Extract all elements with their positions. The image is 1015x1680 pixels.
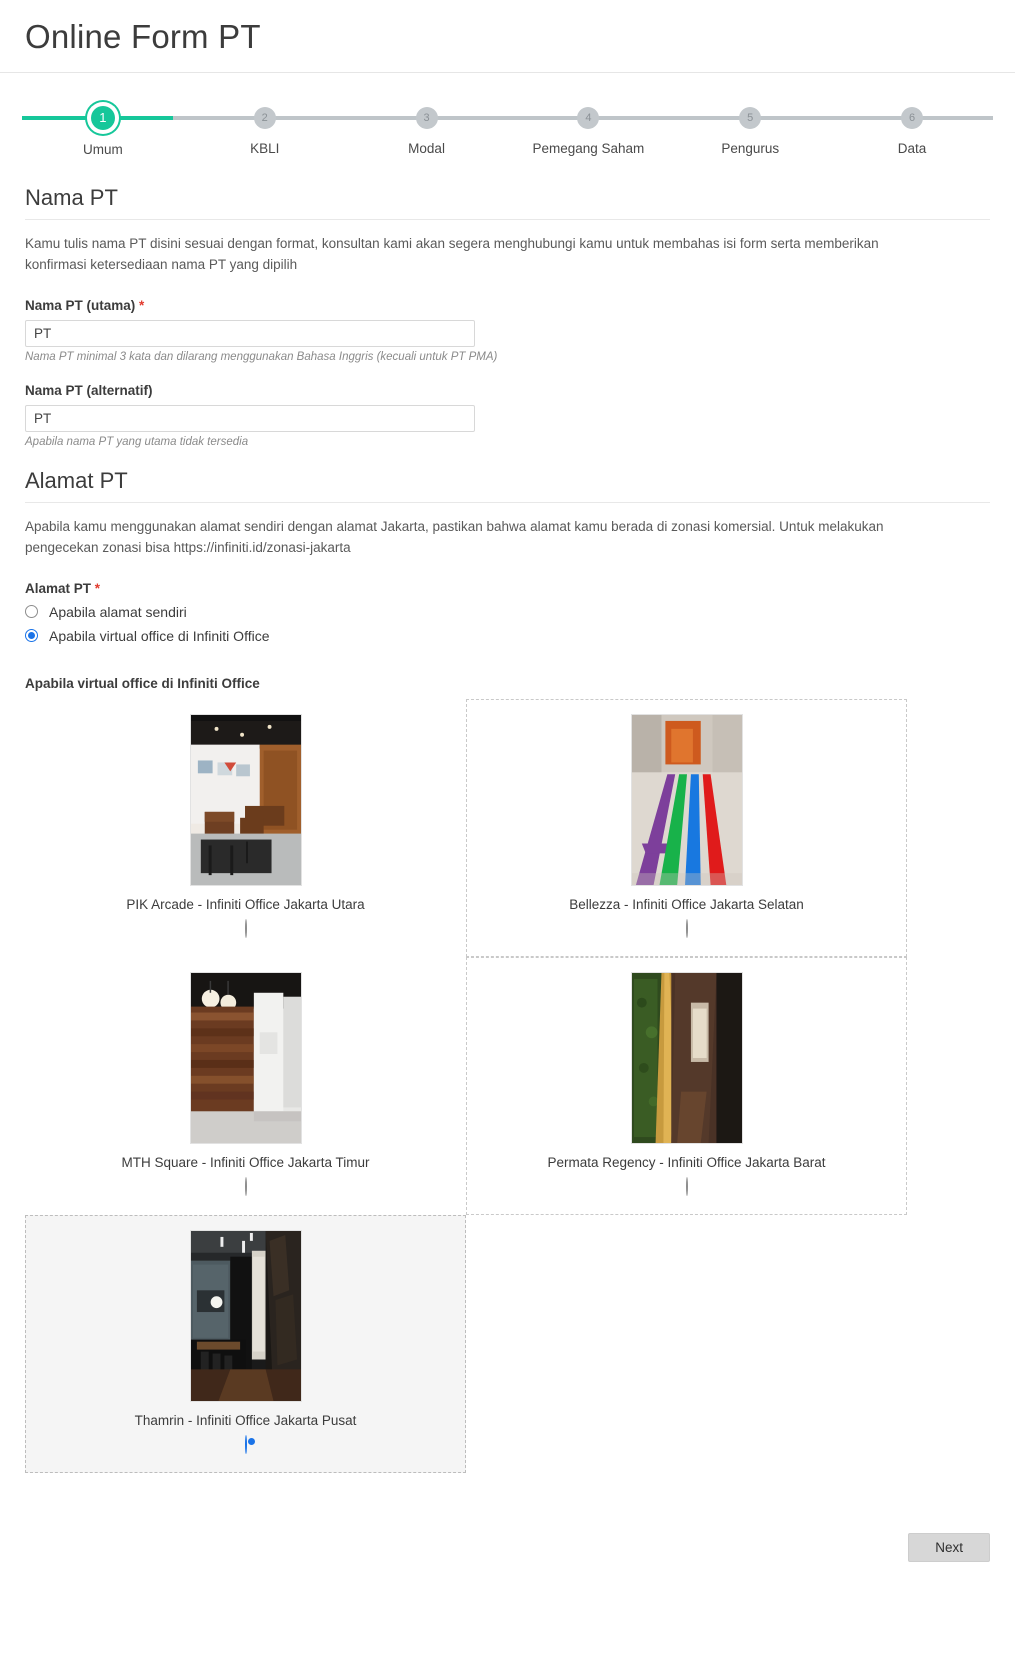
office-caption-thamrin: Thamrin - Infiniti Office Jakarta Pusat xyxy=(134,1412,357,1428)
nama-pt-alternatif-input[interactable] xyxy=(25,404,475,432)
radio-icon-checked[interactable] xyxy=(25,629,38,643)
office-photo-dark-corridor xyxy=(189,1229,302,1402)
field-nama-pt-utama: Nama PT (utama) * Nama PT minimal 3 kata… xyxy=(25,298,990,363)
field-nama-pt-alternatif: Nama PT (alternatif) Apabila nama PT yan… xyxy=(25,383,990,448)
office-caption-bellezza: Bellezza - Infiniti Office Jakarta Selat… xyxy=(569,896,804,912)
alamat-pt-field-label: Alamat PT * xyxy=(25,581,990,596)
next-button[interactable]: Next xyxy=(908,1532,990,1562)
nama-pt-utama-label: Nama PT (utama) * xyxy=(25,298,990,313)
nama-pt-description: Kamu tulis nama PT disini sesuai dengan … xyxy=(25,236,879,272)
step-4-number: 4 xyxy=(577,107,600,129)
form-page: Online Form PT 1 Umum 2 KBLI 3 Modal 4 P… xyxy=(0,0,1015,1602)
radio-option-virtual-office-label: Apabila virtual office di Infiniti Offic… xyxy=(49,627,270,644)
step-6-data[interactable]: 6 Data xyxy=(831,95,993,167)
office-photo-lobby-seating xyxy=(189,713,302,886)
step-2-number: 2 xyxy=(253,107,276,129)
step-2-label: KBLI xyxy=(250,141,280,156)
page-title: Online Form PT xyxy=(25,18,261,55)
radio-option-alamat-sendiri-label: Apabila alamat sendiri xyxy=(49,603,187,620)
radio-icon-unchecked[interactable] xyxy=(685,1176,688,1196)
office-photo-wood-wall-hallway xyxy=(189,971,302,1144)
required-asterisk: * xyxy=(94,580,101,596)
office-caption-pik-arcade: PIK Arcade - Infiniti Office Jakarta Uta… xyxy=(126,896,365,912)
office-card-mth-square[interactable]: MTH Square - Infiniti Office Jakarta Tim… xyxy=(25,957,466,1215)
step-1-umum[interactable]: 1 Umum xyxy=(22,95,184,167)
nama-pt-utama-label-text: Nama PT (utama) xyxy=(25,297,136,313)
office-photo-green-wall-corridor xyxy=(630,971,743,1144)
office-card-thamrin[interactable]: Thamrin - Infiniti Office Jakarta Pusat xyxy=(25,1214,466,1473)
step-2-kbli[interactable]: 2 KBLI xyxy=(184,95,346,167)
alamat-pt-heading: Alamat PT xyxy=(25,467,128,493)
step-5-pengurus[interactable]: 5 Pengurus xyxy=(669,95,831,167)
virtual-office-card-grid: PIK Arcade - Infiniti Office Jakarta Uta… xyxy=(25,698,990,1473)
office-caption-mth-square: MTH Square - Infiniti Office Jakarta Tim… xyxy=(121,1154,370,1170)
step-1-number: 1 xyxy=(90,106,115,130)
radio-icon-checked[interactable] xyxy=(244,1434,247,1454)
step-4-label: Pemegang Saham xyxy=(532,141,645,156)
office-radio-permata-regency[interactable] xyxy=(685,1176,688,1196)
step-5-label: Pengurus xyxy=(721,141,780,156)
radio-icon-unchecked[interactable] xyxy=(685,918,688,938)
nama-pt-utama-hint: Nama PT minimal 3 kata dan dilarang meng… xyxy=(25,350,498,363)
step-6-label: Data xyxy=(897,141,927,156)
alamat-pt-field-label-text: Alamat PT xyxy=(25,580,92,596)
office-radio-pik-arcade[interactable] xyxy=(244,918,247,938)
office-card-pik-arcade[interactable]: PIK Arcade - Infiniti Office Jakarta Uta… xyxy=(25,699,466,957)
radio-option-virtual-office[interactable]: Apabila virtual office di Infiniti Offic… xyxy=(25,628,990,644)
alamat-pt-description: Apabila kamu menggunakan alamat sendiri … xyxy=(25,518,884,555)
step-3-modal[interactable]: 3 Modal xyxy=(346,95,508,167)
office-radio-thamrin[interactable] xyxy=(244,1434,247,1454)
office-radio-mth-square[interactable] xyxy=(244,1176,247,1196)
progress-stepper: 1 Umum 2 KBLI 3 Modal 4 Pemegang Saham 5… xyxy=(22,95,993,167)
radio-icon-unchecked[interactable] xyxy=(25,605,38,619)
nama-pt-alternatif-hint: Apabila nama PT yang utama tidak tersedi… xyxy=(25,435,249,448)
radio-option-alamat-sendiri[interactable]: Apabila alamat sendiri xyxy=(25,604,990,620)
step-4-pemegang-saham[interactable]: 4 Pemegang Saham xyxy=(507,95,669,167)
radio-icon-unchecked[interactable] xyxy=(244,1176,247,1196)
step-3-number: 3 xyxy=(415,107,438,129)
section-alamat-pt: Alamat PT Apabila kamu menggunakan alama… xyxy=(25,468,990,1473)
form-footer: Next xyxy=(25,1532,990,1602)
alamat-pt-divider xyxy=(25,501,990,503)
step-1-label: Umum xyxy=(83,142,123,157)
office-caption-permata-regency: Permata Regency - Infiniti Office Jakart… xyxy=(547,1154,826,1170)
nama-pt-heading: Nama PT xyxy=(25,185,118,210)
nama-pt-utama-input[interactable] xyxy=(25,319,475,347)
step-5-number: 5 xyxy=(739,107,762,129)
office-card-permata-regency[interactable]: Permata Regency - Infiniti Office Jakart… xyxy=(466,956,907,1215)
required-asterisk: * xyxy=(139,297,145,313)
virtual-office-group-label: Apabila virtual office di Infiniti Offic… xyxy=(25,675,260,691)
step-6-number: 6 xyxy=(901,107,924,129)
section-nama-pt: Nama PT Kamu tulis nama PT disini sesuai… xyxy=(25,185,990,448)
nama-pt-alternatif-label: Nama PT (alternatif) xyxy=(25,382,153,398)
step-3-label: Modal xyxy=(408,141,445,156)
office-photo-striped-corridor xyxy=(630,713,743,886)
office-radio-bellezza[interactable] xyxy=(685,918,688,938)
radio-icon-unchecked[interactable] xyxy=(244,918,247,938)
alamat-pt-radio-group: Apabila alamat sendiri Apabila virtual o… xyxy=(25,604,990,644)
office-card-bellezza[interactable]: Bellezza - Infiniti Office Jakarta Selat… xyxy=(466,698,907,957)
title-divider xyxy=(0,72,1015,73)
nama-pt-divider xyxy=(25,219,990,220)
